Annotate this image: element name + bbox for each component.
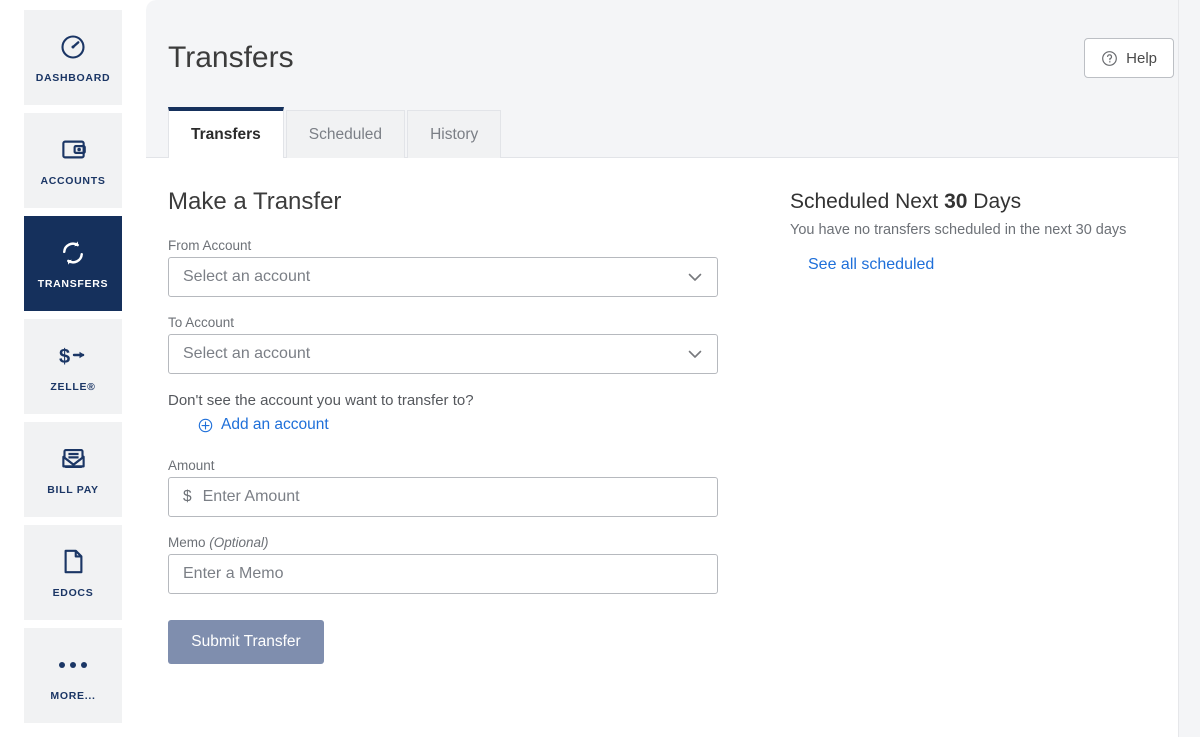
gauge-icon	[58, 32, 88, 62]
make-transfer-form: Make a Transfer From Account Select an a…	[168, 188, 768, 664]
svg-text:$: $	[59, 346, 70, 368]
chevron-down-icon	[685, 267, 705, 287]
sidebar-item-transfers[interactable]: TRANSFERS	[24, 216, 122, 311]
add-an-account-label: Add an account	[221, 416, 329, 434]
to-account-value: Select an account	[183, 345, 685, 363]
scheduled-panel-title: Scheduled Next 30 Days	[790, 190, 1178, 214]
tab-scheduled-label: Scheduled	[309, 126, 382, 144]
memo-placeholder: Enter a Memo	[183, 565, 705, 583]
tab-history[interactable]: History	[407, 110, 501, 158]
memo-label-text: Memo	[168, 535, 209, 550]
submit-transfer-button[interactable]: Submit Transfer	[168, 620, 324, 664]
app-root: DASHBOARD ACCOUNTS TRANSF	[0, 0, 1200, 737]
chevron-down-icon	[685, 344, 705, 364]
main-sidebar: DASHBOARD ACCOUNTS TRANSF	[0, 0, 146, 737]
sidebar-item-accounts[interactable]: ACCOUNTS	[24, 113, 122, 208]
page-title: Transfers	[168, 40, 294, 76]
sidebar-item-bill-pay[interactable]: BILL PAY	[24, 422, 122, 517]
dollar-arrow-icon: $	[58, 341, 88, 371]
from-account-value: Select an account	[183, 268, 685, 286]
memo-label: Memo (Optional)	[168, 535, 768, 550]
scheduled-empty-message: You have no transfers scheduled in the n…	[790, 222, 1178, 238]
sidebar-label-bill-pay: BILL PAY	[47, 485, 99, 496]
help-button[interactable]: Help	[1084, 38, 1174, 78]
amount-label: Amount	[168, 458, 768, 473]
envelope-icon	[58, 444, 88, 474]
amount-input-wrap[interactable]: $ Enter Amount	[168, 477, 718, 517]
sidebar-item-dashboard[interactable]: DASHBOARD	[24, 10, 122, 105]
memo-input-wrap[interactable]: Enter a Memo	[168, 554, 718, 594]
sidebar-item-edocs[interactable]: EDOCS	[24, 525, 122, 620]
to-account-select[interactable]: Select an account	[168, 334, 718, 374]
add-account-helper-text: Don't see the account you want to transf…	[168, 392, 768, 409]
amount-field: Amount $ Enter Amount	[168, 458, 768, 517]
transfer-arrows-icon	[58, 238, 88, 268]
question-circle-icon	[1101, 50, 1118, 67]
scheduled-title-number: 30	[944, 190, 967, 213]
amount-placeholder: Enter Amount	[203, 488, 705, 506]
plus-circle-icon	[198, 418, 213, 433]
scheduled-panel: Scheduled Next 30 Days You have no trans…	[768, 188, 1178, 664]
add-an-account-link[interactable]: Add an account	[198, 416, 329, 434]
wallet-icon	[58, 135, 88, 165]
ellipsis-icon	[58, 650, 88, 680]
right-gutter	[1178, 0, 1200, 737]
sidebar-label-accounts: ACCOUNTS	[40, 176, 105, 187]
page-body: Make a Transfer From Account Select an a…	[146, 158, 1200, 664]
to-account-field: To Account Select an account	[168, 315, 768, 374]
form-section-title: Make a Transfer	[168, 188, 768, 216]
from-account-field: From Account Select an account	[168, 238, 768, 297]
currency-symbol: $	[183, 488, 192, 506]
scheduled-title-suffix: Days	[967, 190, 1021, 213]
tab-transfers-label: Transfers	[191, 126, 261, 144]
sidebar-label-zelle: ZELLE®	[50, 382, 95, 393]
tab-transfers[interactable]: Transfers	[168, 107, 284, 158]
page-header-band: Transfers Help Transfers Scheduled	[146, 0, 1200, 158]
scheduled-title-prefix: Scheduled Next	[790, 190, 944, 213]
tab-scheduled[interactable]: Scheduled	[286, 110, 405, 158]
sidebar-label-edocs: EDOCS	[53, 588, 94, 599]
memo-field: Memo (Optional) Enter a Memo	[168, 535, 768, 594]
from-account-label: From Account	[168, 238, 768, 253]
see-all-scheduled-link[interactable]: See all scheduled	[808, 256, 934, 274]
sidebar-label-transfers: TRANSFERS	[38, 279, 108, 290]
add-account-helper: Don't see the account you want to transf…	[168, 392, 768, 438]
sidebar-label-more: MORE...	[50, 691, 95, 702]
help-button-label: Help	[1126, 50, 1157, 67]
sidebar-label-dashboard: DASHBOARD	[36, 73, 111, 84]
tab-bar: Transfers Scheduled History	[168, 107, 503, 158]
to-account-label: To Account	[168, 315, 768, 330]
from-account-select[interactable]: Select an account	[168, 257, 718, 297]
tab-history-label: History	[430, 126, 478, 144]
sidebar-item-more[interactable]: MORE...	[24, 628, 122, 723]
content-card: Transfers Help Transfers Scheduled	[146, 0, 1200, 737]
document-icon	[58, 547, 88, 577]
sidebar-item-zelle[interactable]: $ ZELLE®	[24, 319, 122, 414]
memo-optional-text: (Optional)	[209, 535, 268, 550]
